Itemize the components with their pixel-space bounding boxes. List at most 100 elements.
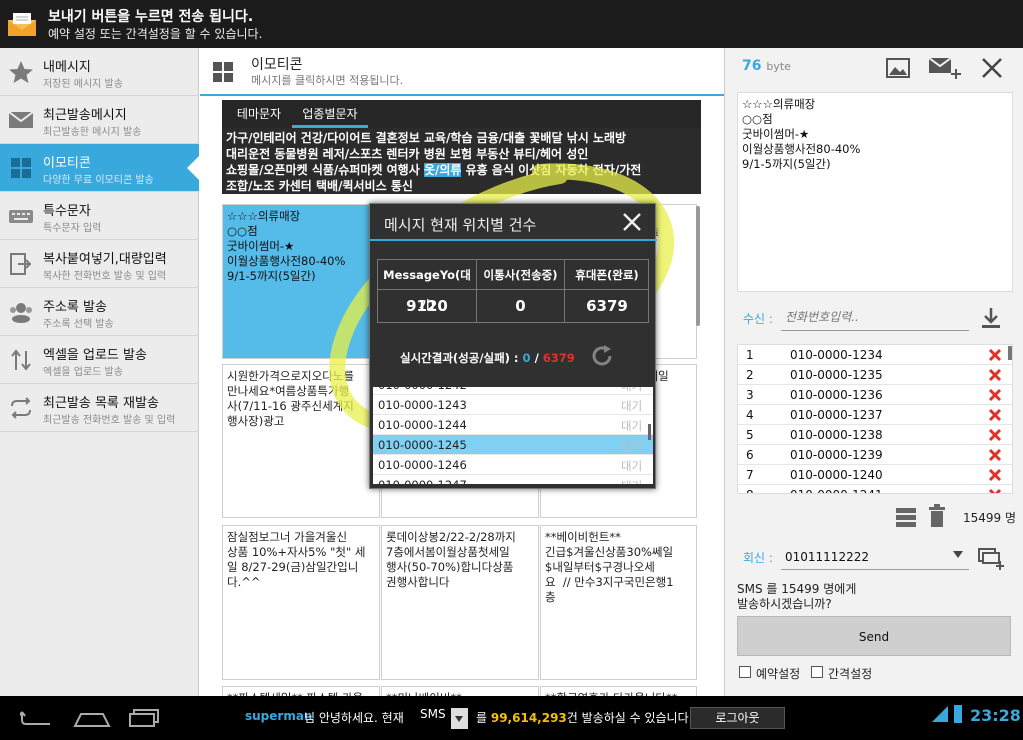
- category-group[interactable]: 유흥 음식 이삿짐 자동차 전자/가전: [461, 163, 642, 177]
- list-item[interactable]: 010-0000-1243 대기: [373, 395, 653, 415]
- table-cell: 6379: [586, 297, 628, 315]
- row-index: 3: [746, 388, 754, 402]
- sidebar-item-label: 내메시지: [43, 60, 91, 75]
- sidebar-item-label: 이모티콘: [43, 156, 91, 171]
- logout-button[interactable]: 로그아웃: [690, 707, 785, 729]
- grid-icon: [213, 62, 233, 82]
- message-textarea[interactable]: ☆☆☆의류매장 ○○점 굿바이썸머-★ 이월상품행사전80-40% 9/1-5까…: [737, 92, 1013, 292]
- sidebar-item-sublabel: 최근발송한 메시지 발송: [43, 127, 142, 138]
- sidebar-item-label: 특수문자: [43, 204, 91, 219]
- sidebar-item-contacts[interactable]: 주소록 발송 주소록 선택 발송: [0, 288, 199, 336]
- delete-icon[interactable]: [988, 368, 1002, 382]
- message-cell[interactable]: 롯데이상봉2/22-2/28까지 7층에서봄이월상품첫세일 행사(50-70%)…: [381, 525, 539, 680]
- category-group[interactable]: 쇼핑몰/오픈마켓 식품/슈퍼마켓 여행사: [226, 163, 424, 177]
- chevron-down-icon[interactable]: [953, 551, 963, 558]
- close-icon[interactable]: [979, 56, 1005, 80]
- table-row: 8 010-0000-1241: [738, 485, 1012, 494]
- tab-industry[interactable]: 업종별문자: [292, 100, 368, 128]
- category-list: 가구/인테리어 건강/다이어트 결혼정보 교육/학습 금융/대출 꽃배달 낚시 …: [222, 128, 701, 194]
- home-icon[interactable]: [73, 708, 111, 728]
- tab-bar: 테마문자 업종별문자: [222, 100, 701, 128]
- chevron-down-icon[interactable]: [451, 708, 468, 729]
- reserve-checkbox[interactable]: [739, 666, 751, 678]
- list-item[interactable]: 010-0000-1246 대기: [373, 455, 653, 475]
- refresh-icon[interactable]: [590, 344, 614, 368]
- phone-number: 010-0000-1240: [790, 468, 883, 482]
- row-index: 6: [746, 448, 754, 462]
- phone-number: 010-0000-1235: [790, 368, 883, 382]
- page-title: 이모티콘: [251, 57, 303, 73]
- list-icon[interactable]: [895, 506, 917, 528]
- byte-counter: 76 byte: [742, 58, 791, 74]
- category-row[interactable]: 대리운전 동물병원 레저/스포츠 렌터카 병원 보험 부동산 뷰티/헤어 성인: [226, 146, 697, 162]
- table-row: 6 010-0000-1239: [738, 445, 1012, 465]
- message-cell[interactable]: ☆☆☆의류매장 ○○점 굿바이썸머-★ 이월상품행사전80-40% 9/1-5까…: [222, 204, 380, 359]
- row-index: 2: [746, 368, 754, 382]
- scrollbar[interactable]: [648, 424, 651, 440]
- dialog-title: 메시지 현재 위치별 건수: [384, 216, 537, 234]
- phone-number: 010-0000-1242: [378, 387, 467, 392]
- recipient-input[interactable]: [781, 304, 969, 331]
- list-item[interactable]: 010-0000-1244 대기: [373, 415, 653, 435]
- message-cell[interactable]: **베이비헌트** 긴급$겨울신상품30%쎄일 $내일부터$구경나오세 요 //…: [540, 525, 697, 680]
- add-reply-icon[interactable]: [977, 545, 1005, 571]
- sidebar-item-sublabel: 특수문자 입력: [43, 223, 102, 234]
- list-item[interactable]: 010-0000-1247 대기: [373, 475, 653, 484]
- add-message-icon[interactable]: [928, 56, 962, 80]
- phone-number: 010-0000-1234: [790, 348, 883, 362]
- message-cell[interactable]: 잠실점보그너 가을겨울신 상품 10%+자사5% "첫" 세 일 8/27-29…: [222, 525, 380, 680]
- sidebar-item-label: 최근발송 목록 재발송: [43, 396, 159, 411]
- sidebar-item-label: 주소록 발송: [43, 300, 107, 315]
- close-icon[interactable]: [620, 210, 644, 234]
- trash-icon[interactable]: [928, 504, 946, 528]
- notification-title: 보내기 버튼을 누르면 전송 됩니다.: [48, 9, 254, 25]
- list-item[interactable]: 010-0000-1242 대기: [373, 387, 653, 395]
- sidebar-item-emoticon[interactable]: 이모티콘 다양한 무료 이모티콘 발송: [0, 144, 199, 192]
- category-selected[interactable]: 옷/의류: [423, 163, 462, 177]
- table-row: 3 010-0000-1236: [738, 385, 1012, 405]
- sidebar-item-my-messages[interactable]: 내메시지 저장된 메시지 발송: [0, 48, 199, 96]
- delete-icon[interactable]: [988, 448, 1002, 462]
- message-type-select[interactable]: SMS: [420, 707, 446, 721]
- back-icon[interactable]: [20, 708, 54, 728]
- sidebar-item-paste-bulk[interactable]: 복사붙여넣기,대량입력 복사한 전화번호 발송 및 입력: [0, 240, 199, 288]
- delete-icon[interactable]: [988, 428, 1002, 442]
- username: superman: [245, 709, 313, 723]
- category-row[interactable]: 조합/노조 카센터 택배/퀵서비스 통신: [226, 178, 697, 194]
- sidebar-item-excel-upload[interactable]: 엑셀을 업로드 발송 엑셀을 업로드 발송: [0, 336, 199, 384]
- recipient-label: 수신 :: [743, 312, 773, 326]
- status-dialog: 메시지 현재 위치별 건수 MessageYo(대기) 이통사(전송중) 휴대폰…: [369, 203, 657, 489]
- grid-icon: [11, 158, 31, 178]
- recent-apps-icon[interactable]: [128, 708, 162, 728]
- tab-theme[interactable]: 테마문자: [228, 100, 290, 128]
- delete-icon[interactable]: [988, 408, 1002, 422]
- realtime-result: 실시간결과(성공/실패) : 0 / 6379: [400, 350, 575, 366]
- available-amount: 99,614,293: [490, 711, 567, 725]
- message-cell[interactable]: 시원한가격으로지오다노를 만나세요*여름상품특가행 사(7/11-16 광주신세…: [222, 364, 380, 518]
- sidebar-item-resend[interactable]: 최근발송 목록 재발송 최근발송 전화번호 발송 및 입력: [0, 384, 199, 432]
- image-icon[interactable]: [885, 56, 911, 80]
- available-suffix: 건 발송하실 수 있습니다.: [566, 711, 693, 725]
- table-header: 이통사(전송중): [477, 260, 565, 290]
- phone-number: 010-0000-1244: [378, 418, 467, 432]
- sidebar-item-special-chars[interactable]: 특수문자 특수문자 입력: [0, 192, 199, 240]
- category-row[interactable]: 가구/인테리어 건강/다이어트 결혼정보 교육/학습 금융/대출 꽃배달 낚시 …: [226, 130, 697, 146]
- delete-icon[interactable]: [988, 488, 1002, 494]
- sidebar-item-label: 복사붙여넣기,대량입력: [43, 252, 167, 267]
- scrollbar[interactable]: [696, 206, 700, 326]
- reply-number-select[interactable]: 01011112222: [781, 545, 969, 570]
- phone-number: 010-0000-1237: [790, 408, 883, 422]
- interval-checkbox[interactable]: [811, 666, 823, 678]
- page-subtitle: 메시지를 클릭하시면 적용됩니다.: [251, 74, 404, 87]
- sidebar-item-label: 엑셀을 업로드 발송: [43, 348, 147, 363]
- phone-number: 010-0000-1243: [378, 398, 467, 412]
- send-button[interactable]: Send: [737, 616, 1011, 656]
- sidebar-item-recent-messages[interactable]: 최근발송메시지 최근발송한 메시지 발송: [0, 96, 199, 144]
- scrollbar[interactable]: [1008, 346, 1012, 360]
- delete-icon[interactable]: [988, 388, 1002, 402]
- table-header: MessageYo(대기): [378, 260, 477, 312]
- delete-icon[interactable]: [988, 468, 1002, 482]
- list-item[interactable]: 010-0000-1245 대기: [373, 435, 653, 455]
- download-icon[interactable]: [980, 306, 1002, 330]
- delete-icon[interactable]: [988, 348, 1002, 362]
